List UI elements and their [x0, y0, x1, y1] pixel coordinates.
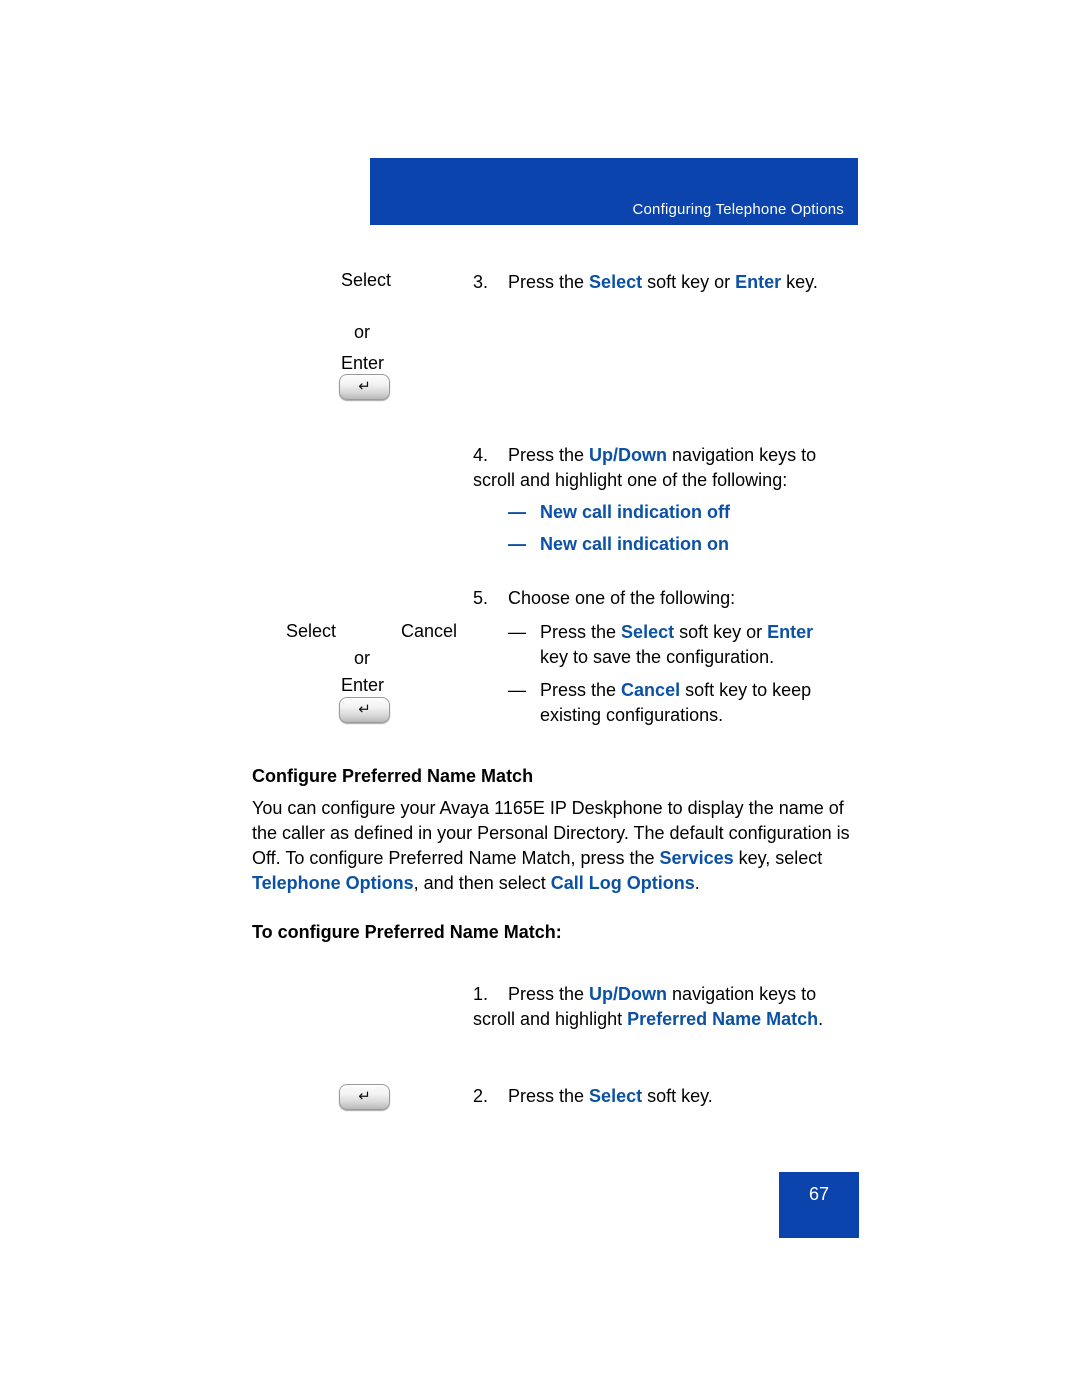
section-step-1-bold-updown: Up/Down: [589, 984, 668, 1004]
section-step-2-after: soft key.: [642, 1086, 713, 1106]
margin-label-enter-step3: Enter: [341, 353, 385, 373]
step-5-text: Choose one of the following:: [508, 588, 736, 608]
section-paragraph-bold-services: Services: [659, 848, 734, 868]
enter-key-glyph: ↵: [358, 377, 371, 395]
header-title: Configuring Telephone Options: [632, 201, 844, 218]
step-4-text-before: Press the: [508, 445, 590, 465]
enter-key-icon: ↵: [339, 374, 390, 400]
step-3-bold-enter: Enter: [735, 272, 782, 292]
step-5-bullet-1-text: Press the Cancel soft key to keep existi…: [540, 678, 838, 728]
step-4-option-0: — New call indication off: [508, 496, 730, 528]
margin-label-enter-step5: Enter: [341, 675, 385, 695]
margin-label-cancel-step5: Cancel: [401, 621, 458, 641]
step-3-bold-select: Select: [589, 272, 643, 292]
step-4: 4. Press the Up/Down navigation keys to …: [473, 443, 833, 493]
step-5-bullet-0-text: Press the Select soft key or Enter key t…: [540, 620, 838, 670]
margin-label-or-step5: or: [354, 648, 371, 668]
em-dash-icon: —: [508, 622, 526, 642]
step-4-option-0-label: New call indication off: [540, 502, 731, 522]
step-4-number: 4.: [473, 445, 489, 465]
page-number: 67: [808, 1184, 830, 1204]
section-paragraph-bold-call-log-options: Call Log Options: [550, 873, 695, 893]
section-step-1-bold-preferred-name-match: Preferred Name Match: [627, 1009, 819, 1029]
step-3-number: 3.: [473, 272, 489, 292]
section-step-2: 2. Press the Select soft key.: [473, 1084, 833, 1109]
step-5-bullet-0-after: key to save the configuration.: [540, 647, 775, 667]
step-3: 3. Press the Select soft key or Enter ke…: [473, 270, 833, 295]
step-4-bold-updown: Up/Down: [589, 445, 668, 465]
section-paragraph-part3: , and then select: [413, 873, 551, 893]
header-banner: Configuring Telephone Options: [370, 158, 858, 225]
step-5-bullet-0-bold-select: Select: [621, 622, 675, 642]
margin-label-select-step5: Select: [286, 621, 337, 641]
em-dash-icon: —: [508, 502, 526, 522]
step-4-option-1-label: New call indication on: [540, 534, 730, 554]
section-step-1-number: 1.: [473, 984, 489, 1004]
step-5: 5. Choose one of the following:: [473, 586, 833, 611]
step-5-bullet-0: — Press the Select soft key or Enter key…: [508, 620, 838, 670]
section-step-1: 1. Press the Up/Down navigation keys to …: [473, 982, 833, 1032]
step-5-bullet-0-mid: soft key or: [674, 622, 768, 642]
step-3-text-after: key.: [781, 272, 818, 292]
margin-label-select-step3: Select: [341, 270, 392, 290]
enter-key-icon: ↵: [339, 1084, 390, 1110]
step-5-bullet-0-bold-enter: Enter: [767, 622, 814, 642]
step-4-option-1: — New call indication on: [508, 528, 730, 560]
step-4-text: Press the Up/Down navigation keys to scr…: [473, 445, 816, 490]
step-5-bullet-1: — Press the Cancel soft key to keep exis…: [508, 678, 838, 728]
em-dash-icon: —: [508, 534, 526, 554]
section-step-2-before: Press the: [508, 1086, 590, 1106]
section-step-2-number: 2.: [473, 1086, 489, 1106]
em-dash-icon: —: [508, 680, 526, 700]
section-paragraph: You can configure your Avaya 1165E IP De…: [252, 796, 852, 896]
section-heading: Configure Preferred Name Match: [252, 766, 534, 786]
section-step-2-bold-select: Select: [589, 1086, 643, 1106]
step-5-bullets: — Press the Select soft key or Enter key…: [473, 620, 843, 728]
section-paragraph-bold-telephone-options: Telephone Options: [252, 873, 414, 893]
step-3-text-mid: soft key or: [642, 272, 736, 292]
step-4-options-list: — New call indication off — New call indic…: [508, 496, 730, 560]
step-5-bullet-1-before: Press the: [540, 680, 622, 700]
enter-key-glyph: ↵: [358, 1087, 371, 1105]
footer-page-box: 67: [779, 1172, 859, 1238]
section-step-2-text: Press the Select soft key.: [508, 1086, 713, 1106]
section-step-1-text: Press the Up/Down navigation keys to scr…: [473, 984, 823, 1029]
section-paragraph-part4: .: [694, 873, 700, 893]
step-5-bullet-0-before: Press the: [540, 622, 622, 642]
enter-key-glyph: ↵: [358, 700, 371, 718]
section-step-1-before: Press the: [508, 984, 590, 1004]
section-step-1-after: .: [818, 1009, 824, 1029]
margin-label-or-step3: or: [354, 322, 371, 342]
step-5-number: 5.: [473, 588, 489, 608]
step-3-text-before: Press the: [508, 272, 590, 292]
section-paragraph-part2: key, select: [733, 848, 823, 868]
document-page: Configuring Telephone Options Select or …: [0, 0, 1080, 1397]
step-3-text: Press the Select soft key or Enter key.: [508, 270, 826, 295]
enter-key-icon: ↵: [339, 697, 390, 723]
step-5-bullet-1-bold-cancel: Cancel: [621, 680, 681, 700]
section-subheading: To configure Preferred Name Match:: [252, 922, 562, 942]
